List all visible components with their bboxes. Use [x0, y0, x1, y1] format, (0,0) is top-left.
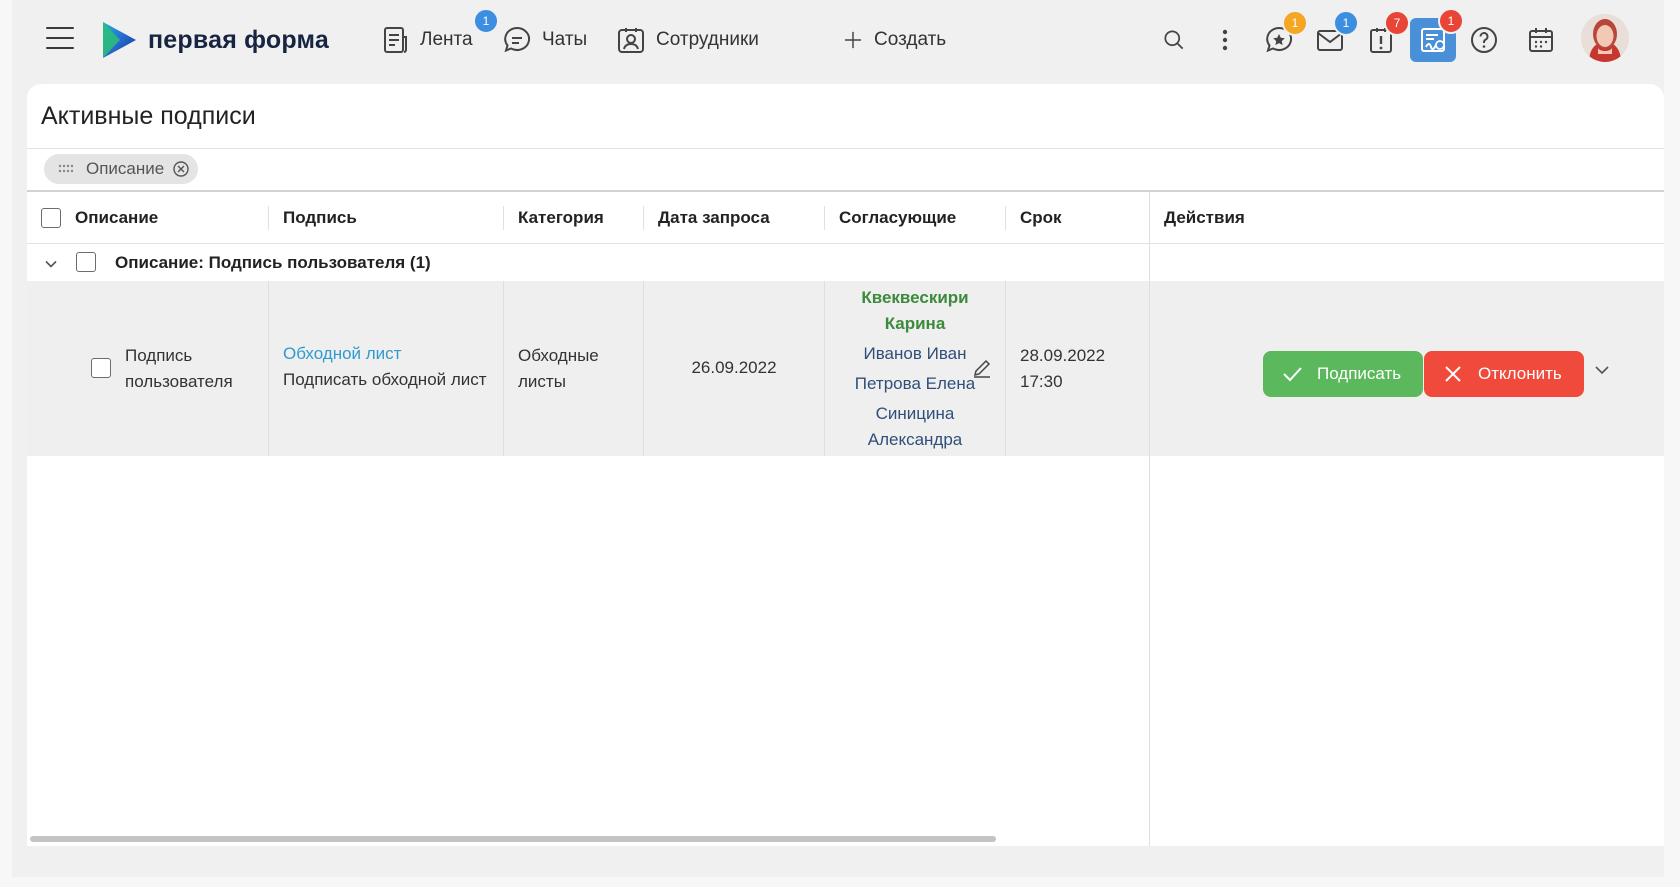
- group-by-chip-label: Описание: [86, 159, 165, 178]
- description-line: пользователя: [125, 372, 233, 391]
- group-row[interactable]: Описание: Подпись пользователя (1): [27, 245, 1664, 281]
- category-line: Обходные: [518, 346, 599, 365]
- column-header-signature[interactable]: Подпись: [283, 192, 357, 244]
- favorites-badge: 1: [1282, 10, 1308, 36]
- group-by-chip[interactable]: Описание: [44, 154, 199, 184]
- column-resizer[interactable]: [1005, 206, 1006, 230]
- tasks-button[interactable]: 7: [1360, 10, 1410, 60]
- feed-badge: 1: [473, 8, 499, 34]
- column-divider: [1005, 281, 1006, 456]
- category-line: листы: [518, 372, 566, 391]
- reject-button[interactable]: Отклонить: [1424, 351, 1584, 397]
- select-all-cell: [41, 192, 61, 244]
- chat-icon: [504, 26, 531, 53]
- nav-employees[interactable]: Сотрудники: [616, 22, 759, 58]
- nav-create[interactable]: Создать: [842, 22, 946, 58]
- more-button[interactable]: [1204, 20, 1246, 60]
- row-category: Обходные листы: [518, 343, 599, 395]
- chevron-down-icon[interactable]: [43, 256, 59, 272]
- close-icon: [1445, 366, 1461, 382]
- row-description: Подпись пользователя: [125, 343, 233, 395]
- reject-button-label: Отклонить: [1478, 364, 1562, 383]
- column-resizer[interactable]: [824, 206, 825, 230]
- search-button[interactable]: [1153, 20, 1195, 60]
- actions-column-divider: [1149, 192, 1150, 846]
- chevron-down-icon[interactable]: [1593, 361, 1611, 379]
- help-icon: [1471, 27, 1497, 53]
- column-header-description[interactable]: Описание: [75, 192, 158, 244]
- nav-chats[interactable]: Чаты: [502, 22, 587, 58]
- nav-employees-label: Сотрудники: [656, 29, 759, 50]
- search-icon: [1164, 30, 1184, 50]
- logo[interactable]: первая форма: [100, 20, 329, 60]
- row-deadline: 28.09.2022 17:30: [1020, 343, 1105, 395]
- top-bar: первая форма Лента 1 Чаты Сотрудники Соз…: [12, 0, 1664, 80]
- drag-handle-icon: [58, 164, 74, 173]
- column-divider: [503, 281, 504, 456]
- approver-approved: Квеквескири: [861, 288, 969, 307]
- divider: [27, 148, 1664, 149]
- app-window: первая форма Лента 1 Чаты Сотрудники Соз…: [12, 0, 1664, 877]
- plus-icon: [844, 31, 862, 49]
- logo-text: первая форма: [148, 25, 329, 54]
- description-line: Подпись: [125, 346, 193, 365]
- calendar-icon: [1529, 28, 1553, 52]
- approver-pending: Александра: [867, 430, 963, 449]
- signatures-panel: Активные подписи Описание Описание Подпи…: [27, 84, 1664, 846]
- table-row[interactable]: Подпись пользователя Обходной лист Подпи…: [27, 281, 1664, 456]
- sign-button[interactable]: Подписать: [1263, 351, 1423, 397]
- signatures-badge: 1: [1438, 8, 1464, 34]
- approver-approved: Карина: [884, 314, 946, 333]
- signatures-button[interactable]: 1: [1410, 8, 1464, 62]
- edit-pencil-icon[interactable]: [971, 357, 993, 379]
- approver-pending: Синицина: [875, 404, 955, 423]
- column-header-category[interactable]: Категория: [518, 192, 604, 244]
- calendar-button[interactable]: [1520, 20, 1562, 60]
- mail-badge: 1: [1333, 10, 1359, 36]
- nav-feed-label: Лента: [420, 29, 473, 50]
- row-checkbox[interactable]: [91, 358, 111, 378]
- avatar-image: [1581, 14, 1629, 62]
- tasks-badge: 7: [1384, 10, 1410, 36]
- signature-text: Подписать обходной лист: [283, 370, 487, 389]
- group-checkbox[interactable]: [76, 252, 96, 272]
- row-request-date: 26.09.2022: [691, 358, 777, 377]
- nav-create-label: Создать: [874, 29, 947, 50]
- column-divider: [268, 281, 269, 456]
- column-resizer[interactable]: [268, 206, 269, 230]
- remove-circle-icon[interactable]: [172, 160, 190, 178]
- favorites-button[interactable]: 1: [1258, 10, 1308, 60]
- select-all-checkbox[interactable]: [41, 208, 61, 228]
- column-header-deadline[interactable]: Срок: [1020, 192, 1062, 244]
- nav-feed[interactable]: Лента 1: [380, 8, 499, 58]
- check-icon: [1283, 367, 1302, 382]
- table-header: Описание Подпись Категория Дата запроса …: [27, 192, 1664, 244]
- column-header-approvers[interactable]: Согласующие: [839, 192, 956, 244]
- page-title: Активные подписи: [41, 102, 256, 130]
- employees-icon: [618, 28, 644, 53]
- deadline-time: 17:30: [1020, 372, 1063, 391]
- column-header-actions: Действия: [1164, 208, 1245, 227]
- sign-button-label: Подписать: [1317, 364, 1402, 383]
- signature-link[interactable]: Обходной лист: [283, 341, 487, 367]
- menu-icon[interactable]: [46, 27, 74, 49]
- column-resizer[interactable]: [503, 206, 504, 230]
- horizontal-scrollbar-track[interactable]: [27, 834, 1664, 844]
- horizontal-scrollbar-thumb[interactable]: [30, 836, 996, 842]
- help-button[interactable]: [1463, 20, 1505, 60]
- more-vertical-icon: [1222, 29, 1228, 51]
- row-signature: Обходной лист Подписать обходной лист: [283, 341, 487, 393]
- group-label: Описание: Подпись пользователя (1): [115, 253, 431, 272]
- user-avatar[interactable]: [1581, 14, 1629, 62]
- column-header-request-date[interactable]: Дата запроса: [658, 192, 770, 244]
- logo-icon: [103, 22, 136, 58]
- column-resizer[interactable]: [643, 206, 644, 230]
- feed-icon: [384, 27, 407, 53]
- nav-chats-label: Чаты: [542, 29, 588, 50]
- deadline-date: 28.09.2022: [1020, 346, 1106, 365]
- notifications-button[interactable]: 1: [1309, 10, 1359, 60]
